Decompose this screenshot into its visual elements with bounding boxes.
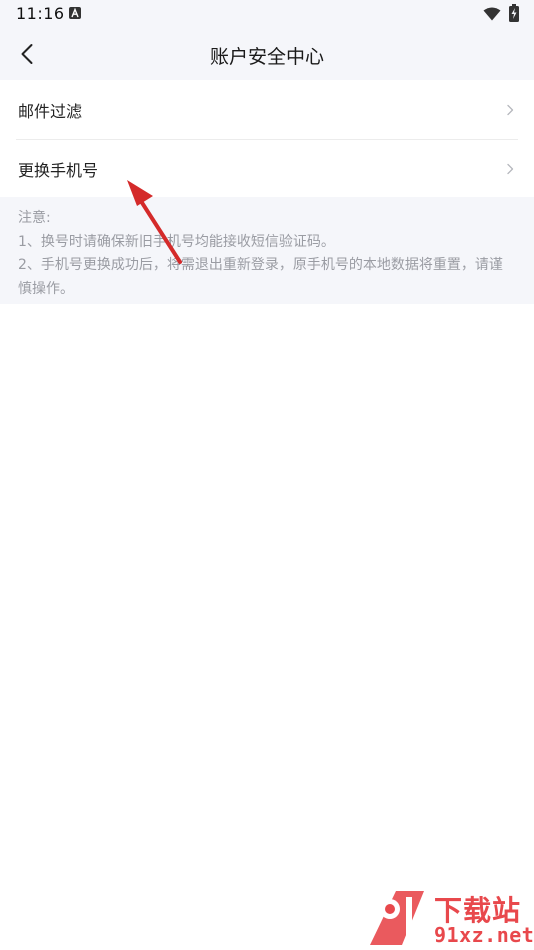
menu-item-label: 更换手机号: [18, 160, 99, 180]
menu-item-mail-filter[interactable]: 邮件过滤: [0, 80, 534, 139]
chevron-right-icon: [507, 104, 514, 115]
page-title: 账户安全中心: [209, 46, 324, 68]
notice-line-1: 1、换号时请确保新旧手机号均能接收短信验证码。: [18, 233, 335, 250]
notice-panel: 注意: 1、换号时请确保新旧手机号均能接收短信验证码。 2、手机号更换成功后，将…: [0, 197, 534, 304]
navigation-bar: 账户安全中心: [0, 28, 534, 80]
notice-line-2: 2、手机号更换成功后，将需退出重新登录，原手机号的本地数据将重置，请谨慎操作。: [18, 257, 503, 297]
status-time: 11:16: [16, 4, 65, 23]
status-bar: 11:16: [0, 0, 534, 28]
red-arrow-annotation: [127, 180, 182, 264]
menu-item-label: 邮件过滤: [18, 101, 83, 121]
wifi-icon: [483, 6, 501, 25]
notice-heading: 注意:: [18, 210, 51, 226]
chevron-right-icon: [507, 163, 514, 174]
a-letter-icon: [69, 7, 81, 19]
watermark-url: 91xz.net: [434, 923, 534, 947]
menu-item-change-phone[interactable]: 更换手机号: [0, 139, 534, 198]
menu-list: 邮件过滤 更换手机号: [0, 80, 534, 198]
battery-charging-icon: [509, 4, 519, 26]
site-logo-icon: [370, 891, 424, 945]
watermark: 下载站 91xz.net: [362, 887, 534, 950]
